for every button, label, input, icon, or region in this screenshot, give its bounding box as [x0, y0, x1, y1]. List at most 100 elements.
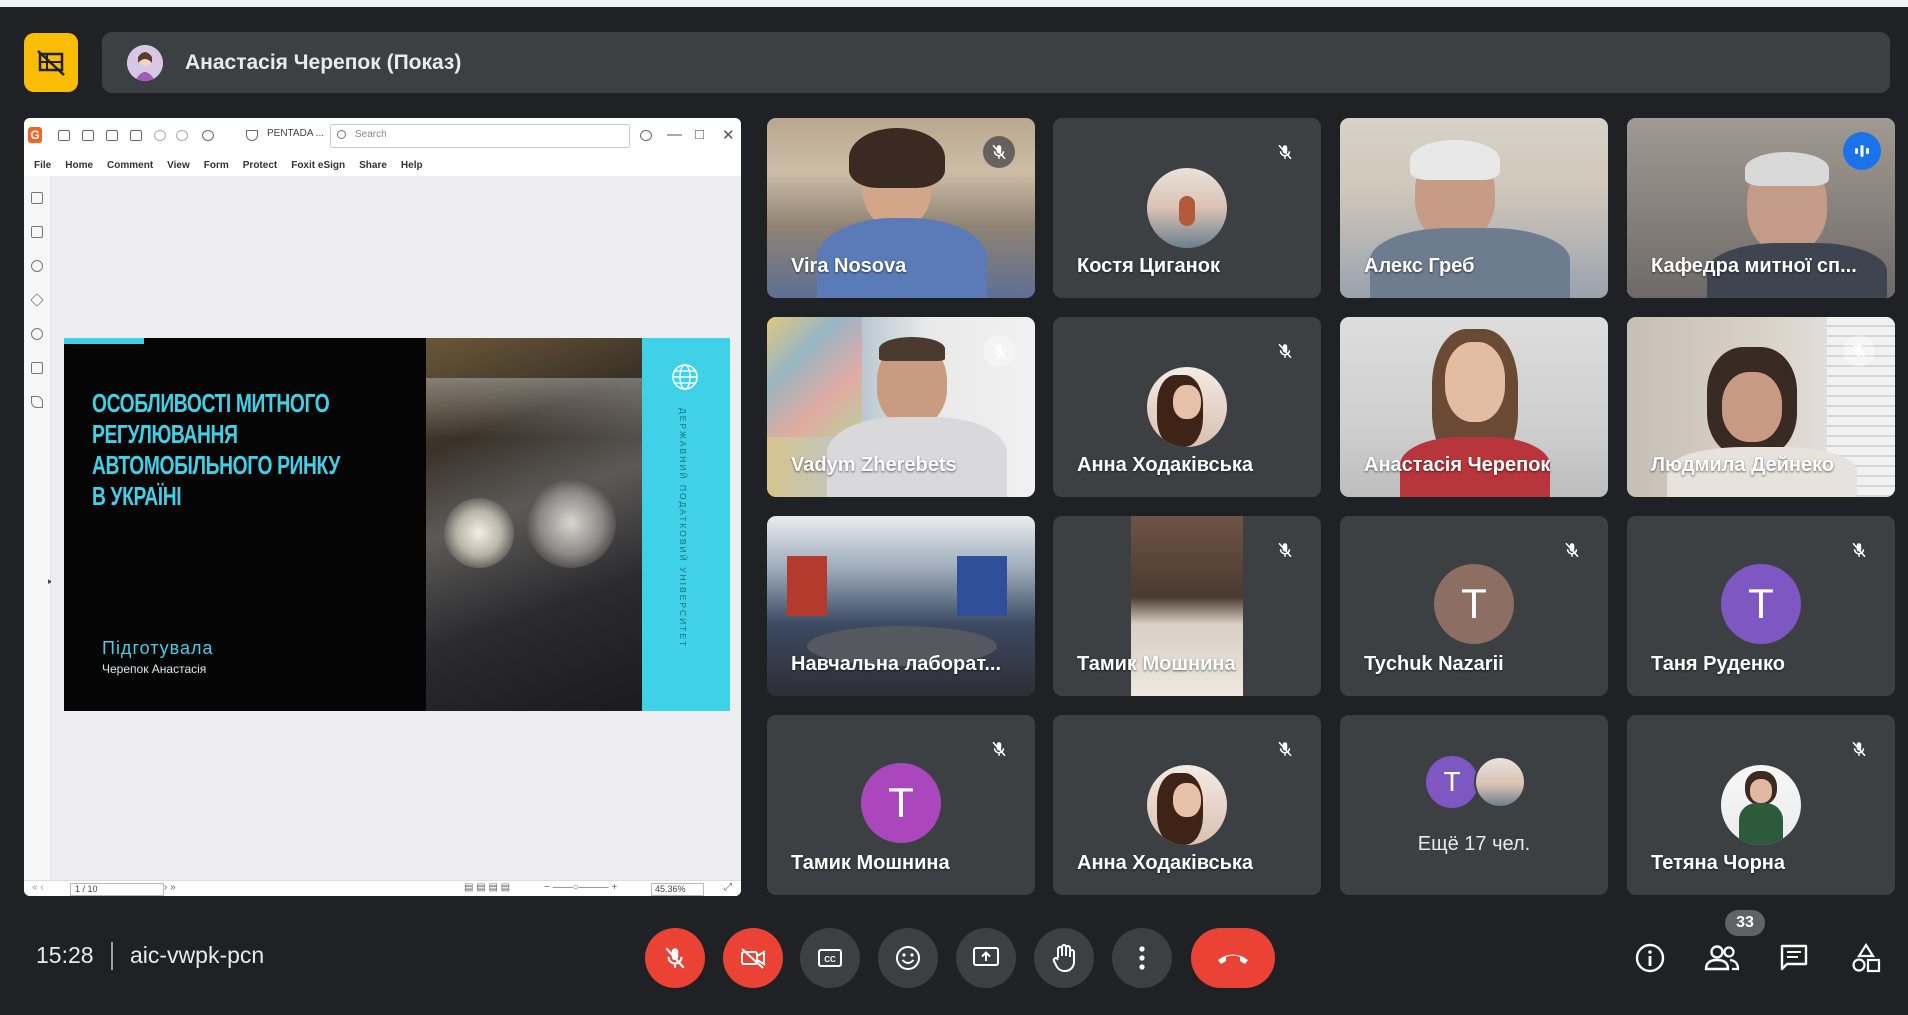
- account-icon[interactable]: [640, 130, 652, 141]
- participant-tile[interactable]: Анна Ходаківська: [1053, 715, 1321, 895]
- lock-icon[interactable]: [31, 362, 43, 374]
- signature-icon[interactable]: [31, 396, 43, 408]
- menu-view[interactable]: View: [167, 160, 190, 171]
- participant-tile-active[interactable]: Кафедра митної сп...: [1627, 118, 1895, 298]
- open-file-icon[interactable]: [58, 130, 70, 141]
- car-headlight-image: [426, 338, 642, 711]
- layers-icon[interactable]: [30, 293, 44, 307]
- people-button[interactable]: [1704, 940, 1740, 976]
- mic-off-icon: [1843, 534, 1875, 566]
- participant-tile[interactable]: Костя Циганок: [1053, 118, 1321, 298]
- menu-protect[interactable]: Protect: [243, 160, 277, 171]
- participant-name: Tychuk Nazarii: [1364, 653, 1504, 675]
- foxit-search-input[interactable]: Search: [330, 124, 630, 148]
- menu-form[interactable]: Form: [204, 160, 229, 171]
- zoom-slider[interactable]: − ——○——— +: [544, 882, 617, 893]
- mic-off-icon: [1269, 733, 1301, 765]
- participant-name: Людмила Дейнеко: [1651, 454, 1835, 476]
- captions-icon: CC: [818, 949, 842, 967]
- zoom-level[interactable]: 45.36%: [651, 883, 704, 896]
- presenter-name: Анастасія Черепок (Показ): [185, 50, 462, 74]
- reactions-button[interactable]: [878, 928, 938, 988]
- participant-tile[interactable]: Vira Nosova: [767, 118, 1035, 298]
- more-participants-label: Ещё 17 чел.: [1417, 833, 1531, 855]
- participant-tile[interactable]: Навчальна лаборат...: [767, 516, 1035, 696]
- slide-university: ДЕРЖАВНИЙ ПОДАТКОВИЙ УНІВЕРСИТЕТ: [678, 408, 688, 649]
- participant-tile[interactable]: Анастасія Черепок: [1340, 317, 1608, 497]
- redo-icon[interactable]: [176, 130, 188, 141]
- presenter-bar[interactable]: Анастасія Черепок (Показ): [102, 32, 1890, 93]
- participant-tile[interactable]: T Тамик Мошнина: [767, 715, 1035, 895]
- hand-tool-icon[interactable]: [202, 130, 214, 141]
- info-icon: [1635, 943, 1665, 973]
- menu-file[interactable]: File: [34, 160, 51, 171]
- microphone-toggle-button[interactable]: [645, 928, 705, 988]
- participant-tile[interactable]: Алекс Греб: [1340, 118, 1608, 298]
- attachment-icon[interactable]: [31, 328, 43, 340]
- participant-tile[interactable]: Vadym Zherebets: [767, 317, 1035, 497]
- present-icon: [973, 947, 999, 966]
- menu-comment[interactable]: Comment: [107, 160, 153, 171]
- first-page-icon[interactable]: « ‹: [32, 882, 44, 893]
- menu-home[interactable]: Home: [65, 160, 93, 171]
- mic-off-icon: [983, 136, 1015, 168]
- mic-off-icon: [1843, 733, 1875, 765]
- meeting-code[interactable]: aic-vwpk-pcn: [130, 942, 264, 969]
- comments-icon[interactable]: [31, 260, 43, 272]
- participant-tile[interactable]: Анна Ходаківська: [1053, 317, 1321, 497]
- next-page-icon[interactable]: › »: [164, 882, 176, 893]
- menu-help[interactable]: Help: [401, 160, 423, 171]
- foxit-toolbar: G PENTADA ... Search — □ ✕: [24, 118, 741, 155]
- more-participants-tile[interactable]: T Ещё 17 чел.: [1340, 715, 1608, 895]
- close-icon[interactable]: ✕: [722, 126, 735, 144]
- participant-tile[interactable]: Тамик Мошнина: [1053, 516, 1321, 696]
- camera-toggle-button[interactable]: [723, 928, 783, 988]
- shield-icon[interactable]: [246, 130, 258, 141]
- more-avatar-letter: T: [1426, 756, 1478, 808]
- emoji-icon: [896, 946, 920, 970]
- undo-icon[interactable]: [154, 130, 166, 141]
- speaking-indicator-icon: [1843, 132, 1881, 170]
- participant-avatar: [1147, 367, 1227, 447]
- chat-button[interactable]: [1776, 940, 1812, 976]
- camera-off-icon: [741, 948, 765, 969]
- participant-tile[interactable]: Тетяна Чорна: [1627, 715, 1895, 895]
- leave-call-button[interactable]: [1191, 928, 1275, 988]
- chat-icon: [1780, 944, 1808, 971]
- people-icon: [1704, 945, 1740, 971]
- stop-presenting-icon[interactable]: [24, 33, 78, 92]
- activities-button[interactable]: [1848, 940, 1884, 976]
- participant-name: Анастасія Черепок: [1364, 454, 1551, 476]
- shared-screen: G PENTADA ... Search — □ ✕ File Home Com…: [24, 118, 741, 896]
- globe-icon: [672, 364, 698, 390]
- participant-tile[interactable]: T Таня Руденко: [1627, 516, 1895, 696]
- present-screen-button[interactable]: [956, 928, 1016, 988]
- participant-name: Таня Руденко: [1651, 653, 1785, 675]
- bookmark-icon[interactable]: [31, 192, 43, 204]
- menu-share[interactable]: Share: [359, 160, 387, 171]
- participant-name: Тетяна Чорна: [1651, 852, 1785, 874]
- meeting-details-button[interactable]: [1632, 940, 1668, 976]
- maximize-icon[interactable]: □: [695, 126, 704, 143]
- fullscreen-icon[interactable]: ⤢: [724, 882, 732, 893]
- page-number-field[interactable]: 1 / 10: [70, 883, 164, 896]
- participant-name: Анна Ходаківська: [1077, 852, 1254, 874]
- foxit-logo-icon: G: [28, 127, 42, 143]
- view-mode-icons[interactable]: ▤ ▤ ▤ ▤: [464, 882, 510, 893]
- print-icon[interactable]: [106, 130, 118, 141]
- minimize-icon[interactable]: —: [667, 126, 682, 143]
- slide-side-band: ДЕРЖАВНИЙ ПОДАТКОВИЙ УНІВЕРСИТЕТ: [642, 338, 730, 711]
- slide-title: ОСОБЛИВОСТІ МИТНОГО РЕГУЛЮВАННЯ АВТОМОБІ…: [92, 388, 340, 511]
- captions-button[interactable]: CC: [800, 928, 860, 988]
- menu-foxit-esign[interactable]: Foxit eSign: [291, 160, 345, 171]
- pages-icon[interactable]: [31, 226, 43, 238]
- participant-name: Алекс Греб: [1364, 255, 1475, 277]
- participant-tile[interactable]: Людмила Дейнеко: [1627, 317, 1895, 497]
- raise-hand-button[interactable]: [1034, 928, 1094, 988]
- top-strip: [0, 0, 1908, 7]
- divider: [111, 942, 113, 970]
- save-icon[interactable]: [82, 130, 94, 141]
- new-doc-icon[interactable]: [130, 130, 142, 141]
- more-options-button[interactable]: [1112, 928, 1172, 988]
- participant-tile[interactable]: T Tychuk Nazarii: [1340, 516, 1608, 696]
